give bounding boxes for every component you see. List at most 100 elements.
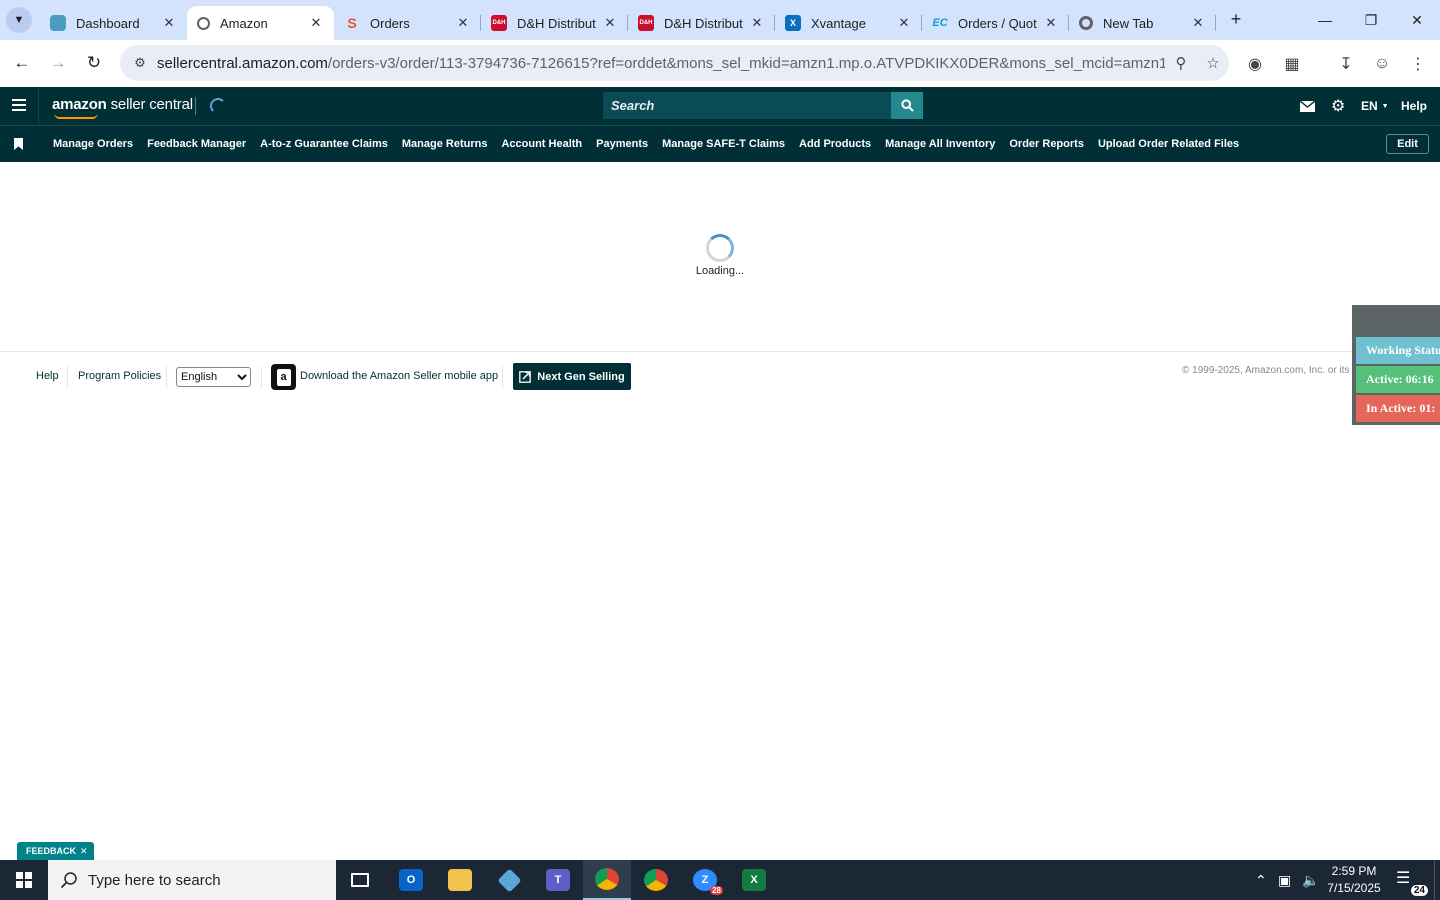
next-gen-selling-button[interactable]: Next Gen Selling	[513, 363, 631, 390]
settings-gear-icon[interactable]: ⚙	[1331, 87, 1345, 125]
system-clock[interactable]: 2:59 PM 7/15/2025	[1318, 863, 1390, 897]
language-selector[interactable]: EN ▼	[1361, 87, 1389, 125]
nav-manage-returns[interactable]: Manage Returns	[395, 138, 495, 150]
seller-central-logo[interactable]: amazon seller central	[52, 96, 193, 113]
browser-tab-xvantage[interactable]: X Xvantage ✕	[775, 6, 922, 40]
close-icon[interactable]: ✕	[455, 15, 471, 31]
page-loading-spinner-icon	[706, 234, 734, 262]
new-tab-plus-icon[interactable]: +	[1226, 9, 1246, 29]
nav-safe-t-claims[interactable]: Manage SAFE-T Claims	[655, 138, 792, 150]
url-text[interactable]: sellercentral.amazon.com/orders-v3/order…	[154, 55, 1165, 72]
close-icon[interactable]: ✕	[896, 15, 912, 31]
kebab-menu-icon[interactable]: ⋮	[1406, 52, 1430, 76]
globe-icon	[197, 16, 210, 30]
browser-tab-strip: ▼ Dashboard ✕ Amazon ✕ S Orders ✕ D&H D&…	[0, 0, 1440, 40]
hamburger-menu-icon[interactable]	[12, 99, 26, 111]
dashboard-hex-icon	[50, 15, 66, 31]
nav-account-health[interactable]: Account Health	[494, 138, 589, 150]
reload-icon[interactable]: ↻	[81, 50, 107, 76]
extensions-puzzle-icon[interactable]: ▦	[1280, 52, 1304, 76]
remote-desktop-icon[interactable]	[485, 860, 533, 900]
file-explorer-icon[interactable]	[436, 860, 484, 900]
network-icon[interactable]: ▣	[1278, 860, 1291, 900]
show-desktop-button[interactable]	[1434, 860, 1435, 900]
footer-language-select[interactable]: English	[176, 367, 251, 387]
notification-center-icon[interactable]: ☰ 24	[1396, 868, 1428, 896]
close-icon[interactable]: ✕	[308, 15, 324, 31]
site-info-icon[interactable]: ⚙	[126, 55, 154, 71]
chrome-icon	[1079, 16, 1093, 30]
program-policies-link[interactable]: Program Policies	[78, 370, 161, 382]
search-icon	[60, 872, 77, 889]
taskbar-search[interactable]: Type here to search	[48, 860, 336, 900]
download-app-link[interactable]: Download the Amazon Seller mobile app	[300, 370, 498, 382]
browser-tab-amazon[interactable]: Amazon ✕	[187, 6, 334, 40]
browser-tab-dashboard[interactable]: Dashboard ✕	[40, 6, 187, 40]
tab-label: D&H Distribut	[664, 15, 743, 31]
close-icon[interactable]: ✕	[1190, 15, 1206, 31]
browser-tab-dh-1[interactable]: D&H D&H Distribut ✕	[481, 6, 628, 40]
search-button[interactable]	[891, 92, 923, 119]
browser-tab-orders[interactable]: S Orders ✕	[334, 6, 481, 40]
profile-avatar-icon[interactable]: ☺	[1370, 52, 1394, 76]
browser-tab-dh-2[interactable]: D&H D&H Distribut ✕	[628, 6, 775, 40]
excel-icon[interactable]: X	[730, 860, 778, 900]
forward-arrow-icon[interactable]: →	[45, 50, 71, 76]
nav-payments[interactable]: Payments	[589, 138, 655, 150]
nav-feedback-manager[interactable]: Feedback Manager	[140, 138, 253, 150]
search-input[interactable]	[603, 92, 891, 119]
zoom-icon[interactable]: Z 28	[681, 860, 729, 900]
nav-manage-orders[interactable]: Manage Orders	[46, 138, 140, 150]
nav-add-products[interactable]: Add Products	[792, 138, 878, 150]
minimize-icon[interactable]: —	[1302, 0, 1348, 40]
windows-start-icon[interactable]	[0, 860, 48, 900]
address-bar[interactable]: ⚙ sellercentral.amazon.com/orders-v3/ord…	[120, 45, 1229, 81]
nav-manage-inventory[interactable]: Manage All Inventory	[878, 138, 1002, 150]
windows-taskbar: Type here to search O T Z 28 X ⌃ ▣ 🔈 2:59…	[0, 860, 1440, 900]
help-link[interactable]: Help	[1401, 87, 1427, 125]
translate-globe-icon[interactable]: ◉	[1243, 52, 1267, 76]
amazon-app-icon[interactable]: a	[271, 364, 296, 390]
working-status-title: Working Status	[1356, 337, 1440, 364]
restore-icon[interactable]: ❐	[1348, 0, 1394, 40]
footer-divider	[0, 351, 1352, 352]
browser-tab-new-tab[interactable]: New Tab ✕	[1069, 6, 1216, 40]
shopify-s-icon: S	[347, 15, 357, 31]
close-icon[interactable]: ✕	[80, 846, 88, 857]
close-icon[interactable]: ✕	[1043, 15, 1059, 31]
chevron-up-icon[interactable]: ⌃	[1255, 860, 1267, 900]
edit-nav-button[interactable]: Edit	[1386, 134, 1429, 154]
tab-label: Dashboard	[76, 15, 140, 31]
dh-logo-icon: D&H	[491, 15, 507, 31]
dh-logo-icon: D&H	[638, 15, 654, 31]
tab-search-chevron-icon[interactable]: ▼	[6, 7, 32, 33]
back-arrow-icon[interactable]: ←	[9, 50, 35, 76]
outlook-icon[interactable]: O	[387, 860, 435, 900]
browser-tab-orders-quotes[interactable]: EC Orders / Quot ✕	[922, 6, 1069, 40]
tab-label: Orders	[370, 15, 410, 31]
tab-list: Dashboard ✕ Amazon ✕ S Orders ✕ D&H D&H …	[40, 0, 1216, 40]
download-icon[interactable]: ↧	[1334, 52, 1358, 76]
teams-icon[interactable]: T	[534, 860, 582, 900]
nav-upload-order-files[interactable]: Upload Order Related Files	[1091, 138, 1246, 150]
ec-logo-icon: EC	[932, 17, 948, 29]
tab-label: Xvantage	[811, 15, 866, 31]
bookmark-icon[interactable]	[14, 138, 23, 150]
close-icon[interactable]: ✕	[161, 15, 177, 31]
volume-icon[interactable]: 🔈	[1302, 860, 1319, 900]
working-status-widget[interactable]: Working Status Active: 06:16 In Active: …	[1352, 305, 1440, 425]
chrome-profile-taskbar-icon[interactable]	[632, 860, 680, 900]
zoom-magnifier-icon[interactable]: ⚲	[1165, 54, 1197, 72]
footer-help-link[interactable]: Help	[36, 370, 59, 382]
task-view-icon[interactable]	[336, 860, 384, 900]
nav-order-reports[interactable]: Order Reports	[1002, 138, 1091, 150]
nav-a-to-z-claims[interactable]: A-to-z Guarantee Claims	[253, 138, 395, 150]
close-icon[interactable]: ✕	[749, 15, 765, 31]
bookmark-star-icon[interactable]: ☆	[1197, 54, 1229, 72]
feedback-tab[interactable]: FEEDBACK ✕	[17, 842, 94, 860]
mail-icon[interactable]	[1300, 87, 1315, 125]
window-close-icon[interactable]: ✕	[1394, 0, 1440, 40]
external-link-icon	[519, 370, 532, 383]
close-icon[interactable]: ✕	[602, 15, 618, 31]
chrome-taskbar-icon[interactable]	[583, 860, 631, 900]
